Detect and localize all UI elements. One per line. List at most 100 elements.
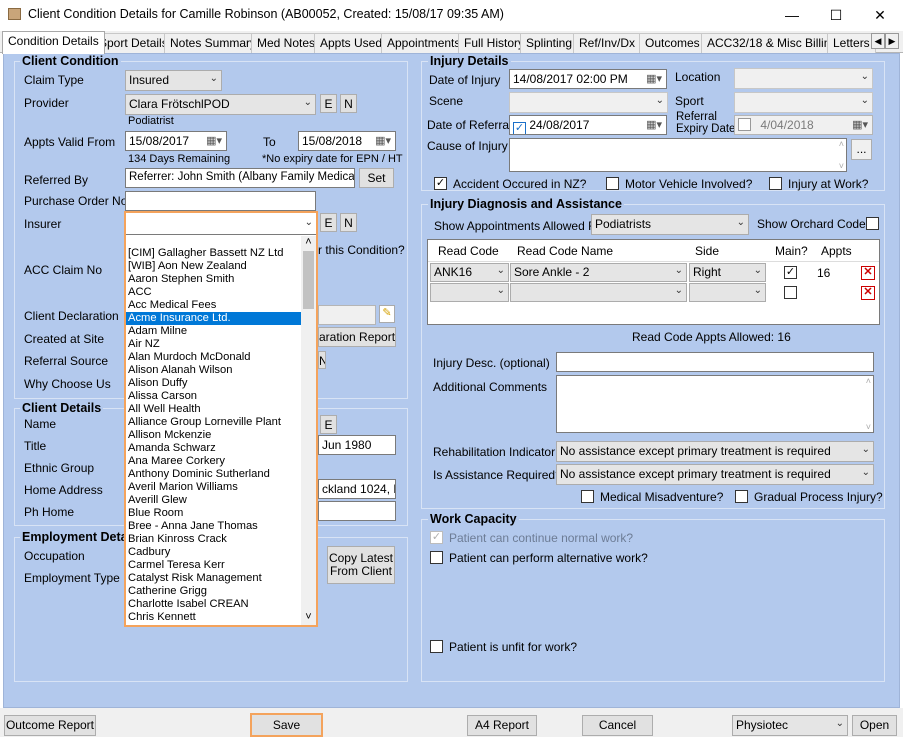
referral-source-new-button[interactable]: N	[318, 351, 326, 369]
insurer-option[interactable]: All Well Health	[126, 403, 301, 416]
purchase-order-input[interactable]	[125, 191, 316, 211]
calendar-icon[interactable]: ▦▾	[206, 134, 222, 147]
insurer-option[interactable]: Catherine Grigg	[126, 585, 301, 598]
show-orchard-checkbox[interactable]	[866, 217, 879, 230]
insurer-option[interactable]: Alan Murdoch McDonald	[126, 351, 301, 364]
show-appts-select[interactable]: Podiatrists ⌄	[591, 214, 749, 235]
main-checkbox[interactable]: ✓	[784, 266, 797, 279]
gradual-process-checkbox[interactable]	[735, 490, 748, 503]
copy-latest-from-client-button[interactable]: Copy Latest From Client	[327, 546, 395, 584]
insurer-option[interactable]: Alison Duffy	[126, 377, 301, 390]
delete-row-icon[interactable]: ✕	[861, 266, 875, 280]
insurer-option[interactable]: Adam Milne	[126, 325, 301, 338]
insurer-option[interactable]: Alison Alanah Wilson	[126, 364, 301, 377]
home-address-field[interactable]: ckland 1024, Ne	[318, 479, 396, 499]
injury-desc-input[interactable]	[556, 352, 874, 372]
tab-appointments[interactable]: Appointments	[381, 33, 467, 53]
claim-type-select[interactable]: Insured ⌄	[125, 70, 222, 91]
motor-vehicle-checkbox[interactable]	[606, 177, 619, 190]
provider-new-button[interactable]: N	[340, 94, 357, 113]
referral-expiry-checkbox[interactable]	[738, 118, 751, 131]
tab-splinting[interactable]: Splinting	[520, 33, 579, 53]
insurer-option-selected[interactable]: Acme Insurance Ltd.	[126, 312, 301, 325]
insurer-option[interactable]: Alliance Group Lorneville Plant	[126, 416, 301, 429]
assistance-required-select[interactable]: No assistance except primary treatment i…	[556, 464, 874, 485]
insurer-option[interactable]: [CIM] Gallagher Bassett NZ Ltd	[126, 247, 301, 260]
scroll-down-icon[interactable]: ˅	[839, 161, 844, 171]
referred-by-field[interactable]: Referrer: John Smith (Albany Family Medi…	[125, 168, 355, 188]
scrollbar-thumb[interactable]	[303, 251, 314, 309]
accident-nz-checkbox[interactable]: ✓	[434, 177, 447, 190]
injury-at-work-checkbox[interactable]	[769, 177, 782, 190]
insurer-option[interactable]: Averill Glew	[126, 494, 301, 507]
tab-acc-billing[interactable]: ACC32/18 & Misc Billing	[701, 33, 844, 53]
read-code-name-cell[interactable]: ⌄	[510, 283, 687, 302]
calendar-icon[interactable]: ▦▾	[375, 134, 391, 147]
open-button[interactable]: Open	[852, 715, 897, 736]
insurer-option[interactable]: Anthony Dominic Sutherland	[126, 468, 301, 481]
insurer-new-button[interactable]: N	[340, 213, 357, 232]
calendar-icon[interactable]: ▦▾	[852, 118, 868, 131]
scroll-down-icon[interactable]: ˅	[301, 611, 316, 625]
client-edit-button[interactable]: E	[320, 415, 337, 434]
insurer-option[interactable]: Chris Kennett	[126, 611, 301, 624]
insurer-option[interactable]: Carmel Teresa Kerr	[126, 559, 301, 572]
scroll-up-icon[interactable]: ˄	[866, 376, 871, 386]
insurer-edit-button[interactable]: E	[320, 213, 337, 232]
calendar-icon[interactable]: ▦▾	[646, 118, 662, 131]
read-code-cell[interactable]: ANK16 ⌄	[430, 263, 509, 282]
insurer-option[interactable]: Blue Room	[126, 507, 301, 520]
alternative-work-checkbox[interactable]	[430, 551, 443, 564]
read-code-name-cell[interactable]: Sore Ankle - 2 ⌄	[510, 263, 687, 282]
insurer-option[interactable]: Aaron Stephen Smith	[126, 273, 301, 286]
calendar-icon[interactable]: ▦▾	[646, 72, 662, 85]
date-of-injury-input[interactable]: 14/08/2017 02:00 PM ▦▾	[509, 69, 667, 89]
insurer-option[interactable]: Bree - Anna Jane Thomas	[126, 520, 301, 533]
side-cell[interactable]: ⌄	[689, 283, 766, 302]
cause-of-injury-input[interactable]: ˄ ˅	[509, 138, 847, 172]
insurer-option[interactable]: Alissa Carson	[126, 390, 301, 403]
physiotec-select[interactable]: Physiotec ⌄	[732, 715, 848, 736]
outcome-report-button[interactable]: Outcome Report	[4, 715, 96, 736]
save-button[interactable]: Save	[250, 713, 323, 737]
tab-med-notes[interactable]: Med Notes	[251, 33, 322, 53]
tab-scroll-right-button[interactable]: ▶	[885, 33, 899, 49]
declaration-report-button[interactable]: aration Report	[318, 327, 396, 347]
rehab-indicator-select[interactable]: No assistance except primary treatment i…	[556, 441, 874, 462]
provider-edit-button[interactable]: E	[320, 94, 337, 113]
scene-select[interactable]: ⌄	[509, 92, 668, 113]
scroll-down-icon[interactable]: ˅	[866, 422, 871, 432]
cause-ellipsis-button[interactable]: ...	[851, 139, 872, 160]
insurer-option[interactable]: [WIB] Aon New Zealand	[126, 260, 301, 273]
insurer-select[interactable]: ⌄	[126, 213, 316, 235]
a4-report-button[interactable]: A4 Report	[467, 715, 537, 736]
cancel-button[interactable]: Cancel	[582, 715, 653, 736]
sport-select[interactable]: ⌄	[734, 92, 873, 113]
read-code-cell[interactable]: ⌄	[430, 283, 509, 302]
medical-misadventure-checkbox[interactable]	[581, 490, 594, 503]
minimize-button[interactable]: —	[770, 0, 814, 30]
date-of-referral-input[interactable]: ✓ 24/08/2017 ▦▾	[509, 115, 667, 135]
insurer-option[interactable]: ACC	[126, 286, 301, 299]
insurer-option[interactable]: Brian Kinross Crack	[126, 533, 301, 546]
referral-expiry-input[interactable]: 4/04/2018 ▦▾	[734, 115, 873, 135]
insurer-list-scrollbar[interactable]: ˄ ˅	[301, 236, 316, 625]
insurer-option[interactable]: Allison Mckenzie	[126, 429, 301, 442]
appts-value[interactable]: 16	[817, 266, 830, 280]
additional-comments-input[interactable]: ˄ ˅	[556, 375, 874, 433]
provider-select[interactable]: Clara FrötschlPOD ⌄	[125, 94, 316, 115]
location-select[interactable]: ⌄	[734, 68, 873, 89]
tab-scroll-left-button[interactable]: ◀	[871, 33, 885, 49]
insurer-option[interactable]: Acc Medical Fees	[126, 299, 301, 312]
insurer-option[interactable]: Catalyst Risk Management	[126, 572, 301, 585]
pencil-icon[interactable]: ✎	[379, 305, 395, 323]
maximize-button[interactable]: ☐	[814, 0, 858, 30]
scroll-up-icon[interactable]: ˄	[301, 236, 316, 250]
scroll-up-icon[interactable]: ˄	[839, 139, 844, 149]
delete-row-icon[interactable]: ✕	[861, 286, 875, 300]
date-of-referral-checkbox[interactable]: ✓	[513, 122, 526, 134]
close-button[interactable]: ✕	[858, 0, 902, 30]
side-cell[interactable]: Right ⌄	[689, 263, 766, 282]
insurer-option[interactable]: Air NZ	[126, 338, 301, 351]
tab-sport-details[interactable]: Sport Details	[93, 33, 174, 53]
